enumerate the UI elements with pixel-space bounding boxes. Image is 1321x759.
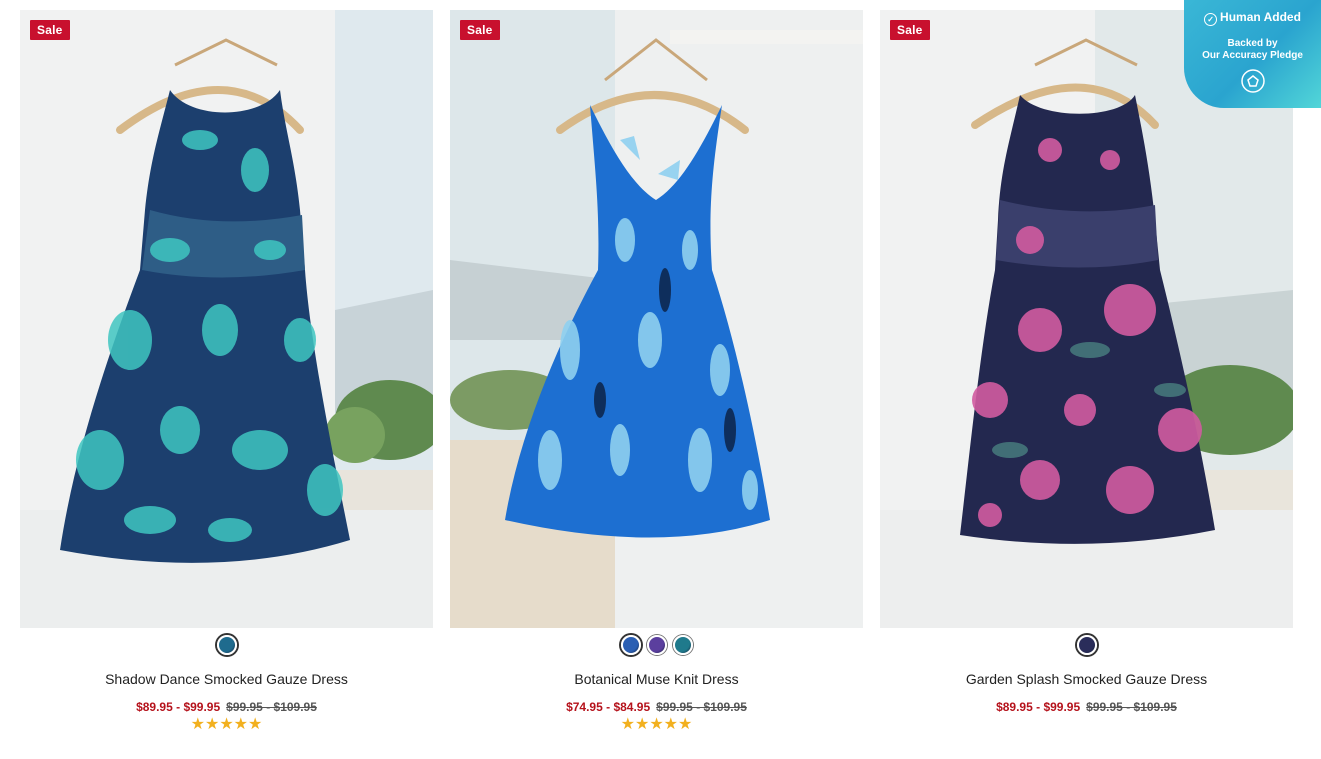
pledge-shield-icon — [1240, 69, 1265, 93]
product-card[interactable]: Sale Garden Splash Smocked Gauze Dress $… — [880, 10, 1293, 714]
color-swatches — [20, 632, 433, 658]
original-price: $99.95 - $109.95 — [656, 700, 747, 714]
price-row: $89.95 - $99.95 $99.95 - $109.95 — [20, 700, 433, 714]
sale-badge: Sale — [30, 20, 70, 40]
product-name[interactable]: Shadow Dance Smocked Gauze Dress — [20, 670, 433, 688]
product-grid: Sale Shadow Dance Smocked Gauze Dress $8… — [0, 0, 1321, 759]
color-swatches — [450, 632, 863, 658]
sale-badge: Sale — [460, 20, 500, 40]
price-row: $89.95 - $99.95 $99.95 - $109.95 — [880, 700, 1293, 714]
badge-line1: Backed by — [1227, 38, 1278, 49]
product-card[interactable]: Sale Botanical Muse Knit Dress $74.95 - … — [450, 10, 863, 733]
sale-price: $74.95 - $84.95 — [566, 700, 651, 714]
original-price: $99.95 - $109.95 — [226, 700, 317, 714]
check-icon: ✓ — [1204, 13, 1218, 26]
original-price: $99.95 - $109.95 — [1086, 700, 1177, 714]
accuracy-pledge-badge[interactable]: ✓ Human Added Backed by Our Accuracy Pled… — [1184, 0, 1321, 108]
product-image[interactable]: Sale — [20, 10, 433, 628]
dress-illustration — [505, 38, 770, 538]
star-rating: ★★★★★ — [190, 716, 263, 733]
star-rating: ★★★★★ — [620, 716, 693, 733]
badge-line2: Our Accuracy Pledge — [1202, 50, 1303, 61]
product-name[interactable]: Botanical Muse Knit Dress — [450, 670, 863, 688]
product-card[interactable]: Sale Shadow Dance Smocked Gauze Dress $8… — [20, 10, 433, 733]
sale-price: $89.95 - $99.95 — [136, 700, 221, 714]
product-image[interactable]: Sale — [450, 10, 863, 628]
color-swatch[interactable] — [216, 635, 237, 655]
color-swatches — [880, 632, 1293, 658]
color-swatch[interactable] — [672, 635, 693, 655]
dress-illustration — [60, 38, 350, 563]
price-row: $74.95 - $84.95 $99.95 - $109.95 — [450, 700, 863, 714]
color-swatch[interactable] — [620, 635, 641, 655]
badge-title-row: ✓ Human Added — [1184, 10, 1321, 26]
color-swatch[interactable] — [646, 635, 667, 655]
sale-price: $89.95 - $99.95 — [996, 700, 1081, 714]
color-swatch[interactable] — [1076, 635, 1097, 655]
sale-badge: Sale — [890, 20, 930, 40]
badge-title: Human Added — [1220, 10, 1301, 24]
product-name[interactable]: Garden Splash Smocked Gauze Dress — [880, 670, 1293, 688]
